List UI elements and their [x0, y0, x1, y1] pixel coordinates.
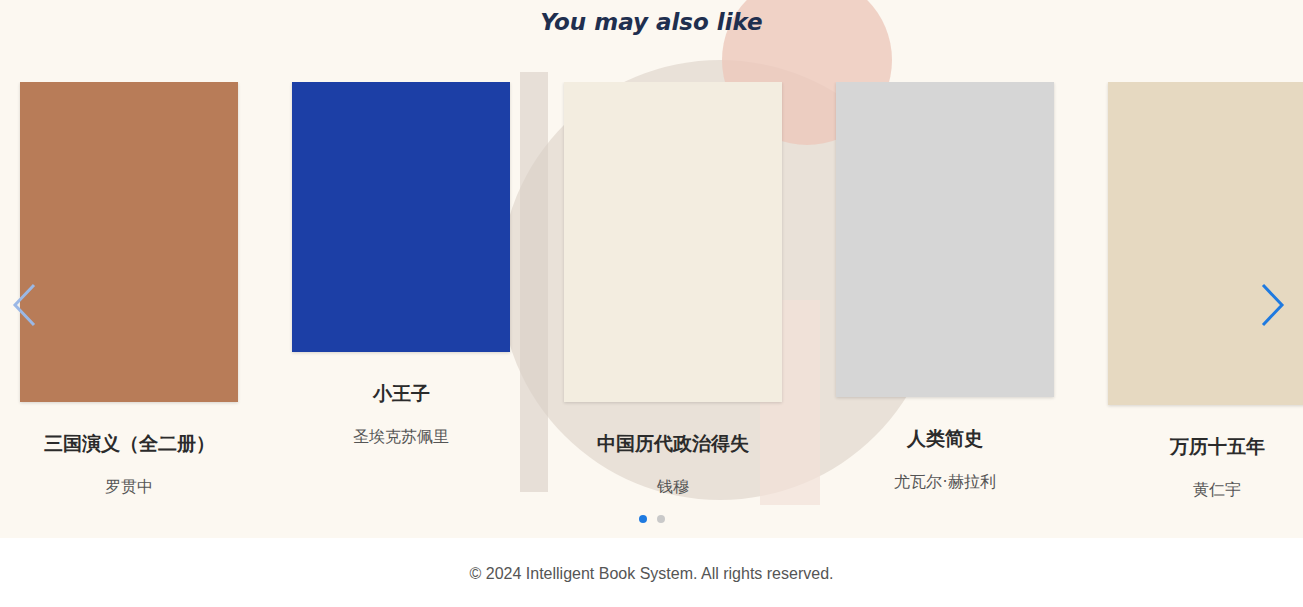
book-title[interactable]: 万历十五年: [1170, 432, 1265, 460]
pagination-dot[interactable]: [657, 515, 665, 523]
prev-arrow-icon[interactable]: [10, 282, 38, 328]
book-card[interactable]: 三国演义（全二册） 罗贯中: [20, 82, 238, 498]
book-author: 钱穆: [657, 476, 689, 498]
pagination-dot[interactable]: [639, 515, 647, 523]
book-author: 黄仁宇: [1193, 479, 1241, 501]
background-decoration: [520, 72, 548, 492]
book-card[interactable]: 小王子圣埃克苏佩里: [292, 82, 510, 448]
book-title[interactable]: 小王子: [373, 379, 430, 407]
section-heading: You may also like: [0, 6, 1303, 38]
book-cover[interactable]: [564, 82, 782, 402]
recommendation-section: You may also like三国演义（全二册）罗贯中小王子圣埃克苏佩里中国…: [0, 0, 1303, 538]
book-cover[interactable]: [20, 82, 238, 402]
page-footer: © 2024 Intelligent Book System. All righ…: [0, 538, 1303, 607]
carousel-pagination: [0, 515, 1303, 523]
book-author: 罗贯中: [105, 476, 153, 498]
book-cover[interactable]: [1108, 82, 1303, 405]
book-cover[interactable]: [292, 82, 510, 352]
book-card[interactable]: 人类简史尤瓦尔·赫拉利: [836, 82, 1054, 493]
book-card[interactable]: 中国历代政治得失钱穆: [564, 82, 782, 498]
book-title[interactable]: 中国历代政治得失: [597, 429, 749, 457]
book-author: 尤瓦尔·赫拉利: [894, 471, 995, 493]
book-card[interactable]: 万历十五年黄仁宇: [1108, 82, 1303, 501]
next-arrow-icon[interactable]: [1259, 282, 1287, 328]
book-cover[interactable]: [836, 82, 1054, 397]
book-carousel: 三国演义（全二册）罗贯中小王子圣埃克苏佩里中国历代政治得失钱穆人类简史尤瓦尔·赫…: [0, 82, 1303, 502]
book-title[interactable]: 三国演义（全二册）: [44, 429, 215, 457]
book-title[interactable]: 人类简史: [907, 424, 983, 452]
book-author: 圣埃克苏佩里: [353, 426, 449, 448]
